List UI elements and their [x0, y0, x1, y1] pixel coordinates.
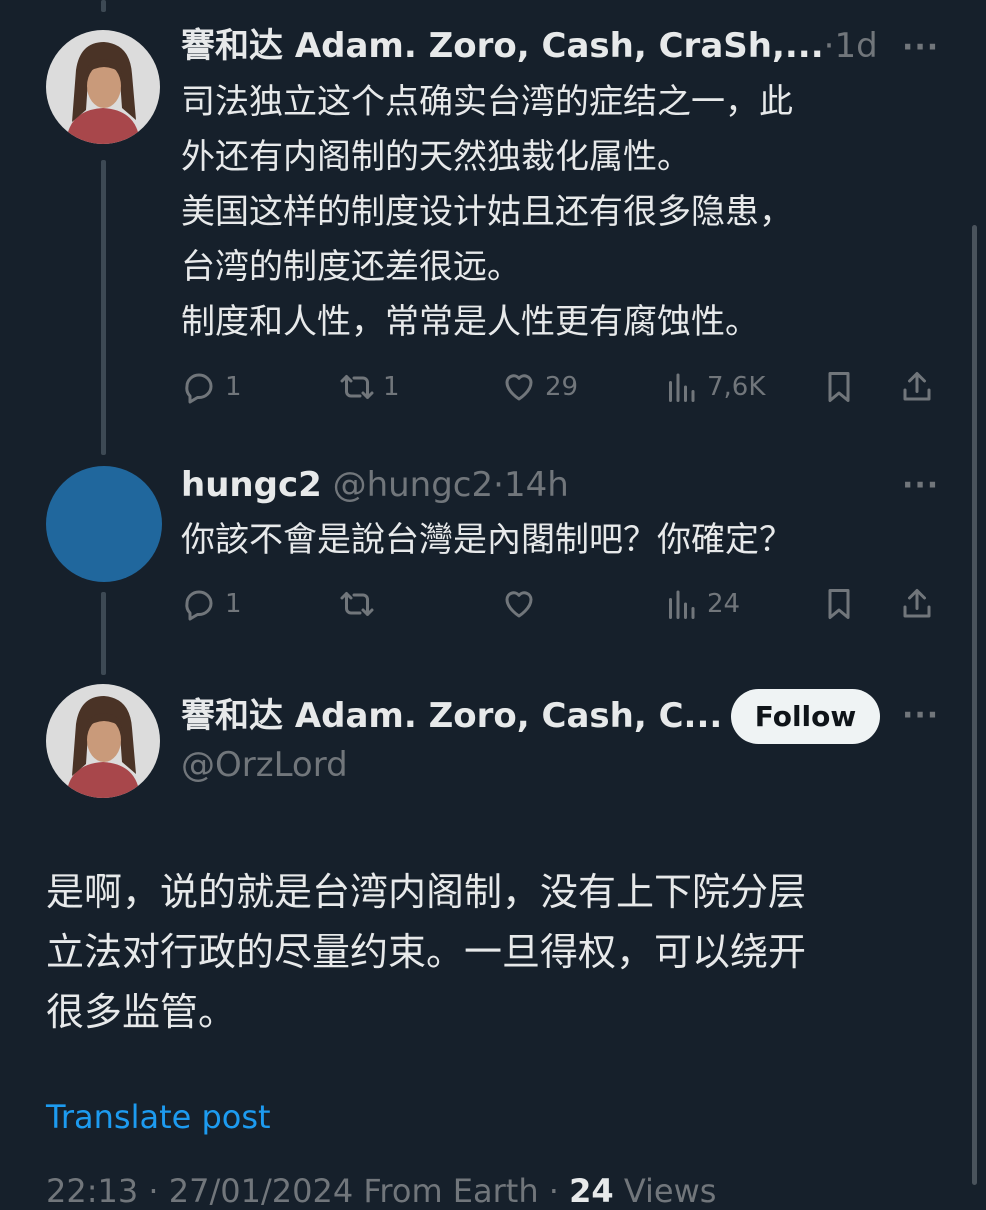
translate-post-link[interactable]: Translate post	[46, 1098, 271, 1136]
main-tweet-text: 是啊，说的就是台湾内阁制，没有上下院分层 立法对行政的尽量约束。一旦得权，可以绕…	[46, 862, 946, 1042]
heart-icon	[505, 591, 533, 618]
thread-line	[101, 0, 106, 12]
analytics-icon	[669, 590, 695, 619]
views-button[interactable]: 24	[663, 582, 740, 626]
dot-separator: ·	[493, 465, 504, 505]
timestamp[interactable]: 1d	[834, 26, 877, 66]
timestamp[interactable]: 14h	[504, 465, 569, 505]
bookmark-icon	[828, 589, 850, 619]
share-icon	[903, 372, 931, 401]
text-line: 是啊，说的就是台湾内阁制，没有上下院分层	[46, 870, 807, 914]
analytics-icon	[669, 373, 695, 402]
views-count: 7,6K	[707, 372, 766, 402]
avatar[interactable]	[46, 30, 160, 144]
reply-icon	[185, 373, 213, 404]
post-datetime[interactable]: 22:13 · 27/01/2024 From Earth ·	[46, 1172, 569, 1210]
author-handle[interactable]: @OrzLord	[181, 745, 348, 785]
tweet-text: 你該不會是說台灣是內閣制吧？你確定？	[181, 513, 941, 568]
reply-button[interactable]: 1	[181, 582, 242, 626]
views-button[interactable]: 7,6K	[663, 365, 765, 409]
thread-line	[101, 592, 106, 675]
author-name[interactable]: 謇和达 Adam. Zoro, Cash, CraSh,...	[181, 26, 824, 66]
retweet-count: 1	[383, 372, 400, 402]
share-button[interactable]	[899, 582, 935, 626]
share-button[interactable]	[899, 365, 935, 409]
heart-icon	[505, 374, 533, 401]
bookmark-icon	[828, 372, 850, 402]
follow-button[interactable]: Follow	[731, 689, 880, 744]
share-icon	[903, 589, 931, 618]
thread-line	[101, 160, 106, 455]
tweet-header: 謇和达 Adam. Zoro, Cash, CraSh,...·1d	[181, 24, 878, 68]
like-button[interactable]	[501, 582, 537, 626]
text-line: 外还有内阁制的天然独裁化属性。	[181, 137, 691, 177]
reply-count: 1	[225, 372, 242, 402]
retweet-icon	[340, 375, 374, 399]
author-handle-row: @OrzLord	[181, 743, 348, 787]
author-name-row: 謇和达 Adam. Zoro, Cash, C...	[181, 694, 722, 738]
tweet-header: hungc2 @hungc2·14h	[181, 463, 569, 507]
author-name[interactable]: 謇和达 Adam. Zoro, Cash, C...	[181, 696, 722, 736]
text-line: 美国这样的制度设计姑且还有很多隐患，	[181, 192, 793, 232]
views-count: 24	[569, 1172, 614, 1210]
scrollbar[interactable]	[972, 225, 977, 1185]
retweet-icon	[340, 592, 374, 616]
action-bar: 1 24	[181, 582, 941, 626]
avatar[interactable]	[46, 466, 162, 582]
author-name[interactable]: hungc2	[181, 465, 322, 505]
retweet-button[interactable]	[339, 582, 375, 626]
text-line: 很多监管。	[46, 990, 237, 1034]
reply-button[interactable]: 1	[181, 365, 242, 409]
action-bar: 1 1 29 7,6K	[181, 365, 941, 409]
avatar[interactable]	[46, 684, 160, 798]
bookmark-button[interactable]	[821, 365, 857, 409]
more-options-icon[interactable]: ···	[902, 30, 939, 65]
text-line: 台湾的制度还差很远。	[181, 247, 521, 287]
author-handle[interactable]: @hungc2	[333, 465, 494, 505]
bookmark-button[interactable]	[821, 582, 857, 626]
reply-count: 1	[225, 589, 242, 619]
reply-icon	[185, 590, 213, 621]
tweet-text: 司法独立这个点确实台湾的症结之一，此 外还有内阁制的天然独裁化属性。 美国这样的…	[181, 75, 941, 350]
more-options-icon[interactable]: ···	[902, 468, 939, 503]
retweet-button[interactable]: 1	[339, 365, 400, 409]
text-line: 制度和人性，常常是人性更有腐蚀性。	[181, 302, 759, 342]
views-label: Views	[613, 1172, 717, 1210]
dot-separator: ·	[823, 26, 835, 66]
views-count: 24	[707, 589, 741, 619]
text-line: 立法对行政的尽量约束。一旦得权，可以绕开	[46, 930, 807, 974]
like-button[interactable]: 29	[501, 365, 578, 409]
text-line: 司法独立这个点确实台湾的症结之一，此	[181, 82, 793, 122]
more-options-icon[interactable]: ···	[902, 698, 939, 733]
like-count: 29	[545, 372, 579, 402]
text-line: 你該不會是說台灣是內閣制吧？你確定？	[181, 520, 793, 560]
post-meta: 22:13 · 27/01/2024 From Earth · 24 Views	[46, 1172, 716, 1210]
